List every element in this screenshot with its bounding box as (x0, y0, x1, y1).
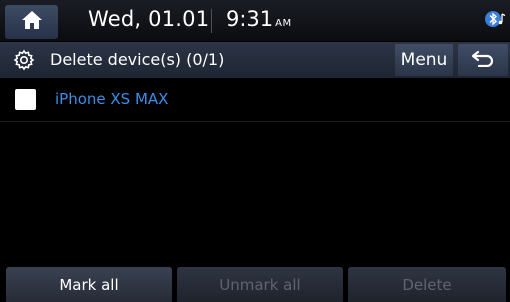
unmark-all-button[interactable]: Unmark all (177, 267, 343, 302)
status-divider (211, 9, 212, 33)
status-ampm: AM (275, 18, 292, 29)
bottom-button-bar: Mark all Unmark all Delete (0, 267, 510, 302)
device-name: iPhone XS MAX (55, 90, 169, 108)
status-date: Wed, 01.01 (88, 7, 210, 31)
status-bar: Wed, 01.01 9:31 AM (0, 0, 510, 41)
gear-icon (13, 49, 35, 75)
home-icon (21, 10, 43, 34)
status-time: 9:31 (226, 7, 274, 31)
back-arrow-icon (471, 49, 495, 71)
device-checkbox[interactable] (15, 89, 36, 110)
home-button[interactable] (5, 5, 58, 39)
status-clock: 9:31 AM (226, 7, 292, 31)
mark-all-button[interactable]: Mark all (6, 267, 172, 302)
page-title: Delete device(s) (0/1) (50, 50, 225, 69)
device-list-item[interactable]: iPhone XS MAX (0, 79, 510, 122)
screen: Wed, 01.01 9:31 AM Delete device(s) (0/1… (0, 0, 510, 302)
title-bar: Delete device(s) (0/1) Menu (0, 42, 510, 78)
delete-button[interactable]: Delete (348, 267, 506, 302)
bluetooth-audio-icon (484, 8, 506, 34)
back-button[interactable] (458, 44, 508, 76)
menu-button[interactable]: Menu (395, 44, 453, 76)
